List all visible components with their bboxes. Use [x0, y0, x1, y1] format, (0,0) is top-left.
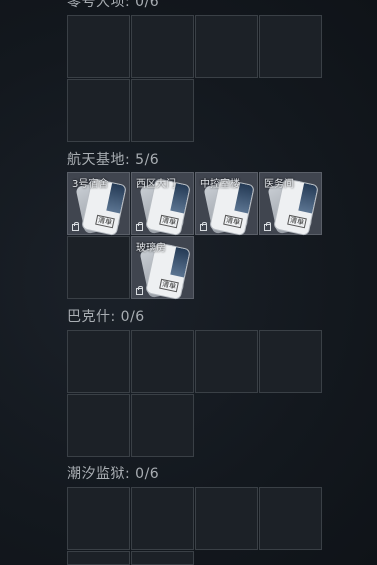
section-title-zero-dam: 零号大坝: 0/6: [67, 0, 160, 10]
key-slot[interactable]: [131, 15, 194, 78]
lock-icon: [136, 286, 143, 295]
key-slot[interactable]: [195, 487, 258, 550]
section-title-tidal-prison: 潮汐监狱: 0/6: [67, 466, 160, 482]
key-slot[interactable]: [67, 394, 130, 457]
key-slot[interactable]: [259, 487, 322, 550]
key-slot[interactable]: [67, 15, 130, 78]
lock-icon: [72, 222, 79, 231]
key-label: 玻璃房: [136, 243, 166, 254]
key-slot[interactable]: [67, 487, 130, 550]
key-slot[interactable]: [131, 330, 194, 393]
key-label: 中控室楼: [200, 179, 240, 190]
key-slot[interactable]: [131, 551, 194, 565]
lock-icon: [264, 222, 271, 231]
key-label: 3号宿舍: [72, 179, 109, 190]
key-slot[interactable]: [131, 79, 194, 142]
lock-icon: [136, 222, 143, 231]
key-slot[interactable]: [195, 15, 258, 78]
section-title-bakesh: 巴克什: 0/6: [67, 309, 145, 325]
lock-icon: [200, 222, 207, 231]
key-slot[interactable]: [131, 394, 194, 457]
key-label: 医务间: [264, 179, 294, 190]
key-slot[interactable]: [131, 487, 194, 550]
key-slot[interactable]: [259, 15, 322, 78]
key-label: 西区大门: [136, 179, 176, 190]
key-slot[interactable]: [67, 551, 130, 565]
key-slot[interactable]: [195, 330, 258, 393]
key-slot[interactable]: [67, 79, 130, 142]
key-slot-filled[interactable]: 清单 医务间: [259, 172, 322, 237]
key-slot-filled[interactable]: 清单 中控室楼: [195, 172, 258, 237]
key-slot[interactable]: [67, 330, 130, 393]
key-slot[interactable]: [67, 236, 130, 299]
key-slot-filled[interactable]: 清单 西区大门: [131, 172, 194, 237]
section-title-space-base: 航天基地: 5/6: [67, 152, 160, 168]
key-slot-filled[interactable]: 清单 3号宿舍: [67, 172, 130, 237]
key-slot-filled[interactable]: 清单 玻璃房: [131, 236, 194, 301]
key-slot[interactable]: [259, 330, 322, 393]
